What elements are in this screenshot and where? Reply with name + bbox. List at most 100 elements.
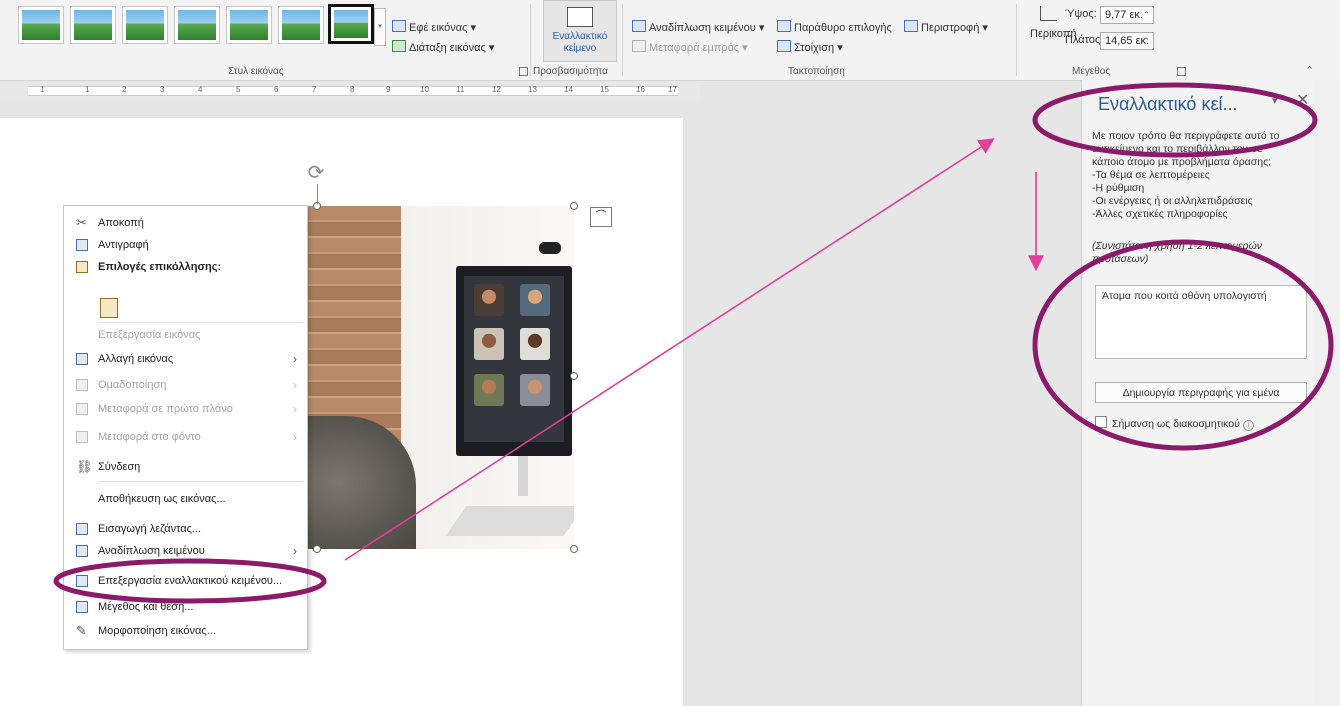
- context-menu: ✂ Αποκοπή Αντιγραφή Επιλογές επικόλλησης:…: [63, 205, 308, 650]
- rotate-handle-icon[interactable]: ⟳: [305, 162, 327, 184]
- ruler-tick: 13: [528, 85, 537, 94]
- menu-item-change-picture[interactable]: Αλλαγή εικόνας ›: [64, 348, 307, 370]
- menu-item-paste-options: Επιλογές επικόλλησης:: [64, 256, 307, 278]
- pane-description-7: -Άλλες σχετικές πληροφορίες: [1092, 208, 1228, 220]
- menu-item-edit-picture[interactable]: Επεξεργασία εικόνας: [64, 324, 307, 346]
- bring-forward-icon: [632, 40, 646, 52]
- chevron-right-icon: ›: [293, 402, 297, 416]
- copy-icon: [76, 239, 88, 251]
- size-launcher-icon[interactable]: [1177, 67, 1186, 76]
- bring-forward-button[interactable]: Μεταφορά εμπρός ▾: [632, 40, 748, 54]
- info-icon[interactable]: i: [1242, 420, 1254, 431]
- picture-style-thumb-3[interactable]: [122, 6, 168, 44]
- gallery-scroll[interactable]: ▾: [374, 8, 386, 46]
- alt-text-button-line2: κείμενο: [563, 43, 597, 54]
- paste-icon: [76, 261, 88, 273]
- computer-monitor: [456, 266, 572, 456]
- wrap-text-icon: [76, 545, 88, 557]
- width-label: Πλάτος:: [1065, 34, 1104, 46]
- picture-styles-group-label: Στυλ εικόνας: [228, 66, 284, 77]
- menu-separator: [98, 322, 303, 323]
- decorative-checkbox-row[interactable]: Σήμανση ως διακοσμητικού i: [1095, 416, 1254, 431]
- ruler-tick: 9: [386, 85, 391, 94]
- arrange-group-label: Τακτοποίηση: [788, 66, 845, 77]
- close-icon[interactable]: ✕: [1296, 90, 1309, 110]
- link-icon: ⛓: [76, 459, 93, 474]
- decorative-checkbox[interactable]: [1095, 416, 1107, 428]
- participant-tile: [474, 374, 504, 406]
- group-separator: [530, 4, 531, 76]
- picture-effects-icon: [392, 20, 406, 32]
- layout-options-icon[interactable]: ⌒: [590, 207, 612, 227]
- change-picture-icon: [76, 353, 88, 365]
- pane-hint-1: (Συνιστάται η χρήση 1-2 λεπτομερών: [1092, 240, 1262, 252]
- wrap-text-icon: [632, 20, 646, 32]
- pane-title: Εναλλακτικό κεί...: [1098, 94, 1238, 114]
- bring-front-icon: [76, 403, 88, 415]
- menu-item-format-picture[interactable]: ✎ Μορφοποίηση εικόνας...: [64, 620, 307, 642]
- resize-handle[interactable]: [570, 545, 578, 553]
- picture-layout-icon: [392, 40, 406, 52]
- menu-item-group[interactable]: Ομαδοποίηση ›: [64, 374, 307, 396]
- picture-style-thumb-6[interactable]: [278, 6, 324, 44]
- menu-item-bring-to-front[interactable]: Μεταφορά σε πρώτο πλάνο ›: [64, 398, 307, 420]
- ruler-tick: 12: [492, 85, 501, 94]
- rotate-stem: [317, 184, 318, 204]
- resize-handle[interactable]: [570, 202, 578, 210]
- ruler-tick: 15: [600, 85, 609, 94]
- ruler-tick: 5: [236, 85, 241, 94]
- ruler-tick: 1: [85, 85, 90, 94]
- paste-picture-icon[interactable]: [100, 298, 118, 318]
- resize-handle[interactable]: [313, 545, 321, 553]
- width-input[interactable]: 14,65 εκ.: [1100, 32, 1154, 50]
- height-input[interactable]: 9,77 εκ.: [1100, 6, 1154, 24]
- picture-style-thumb-4[interactable]: [174, 6, 220, 44]
- alt-text-input[interactable]: Άτομα που κοιτά οθόνη υπολογιστή: [1095, 285, 1307, 359]
- picture-style-thumb-2[interactable]: [70, 6, 116, 44]
- picture-style-thumb-7[interactable]: [328, 4, 374, 44]
- menu-item-insert-caption[interactable]: Εισαγωγή λεζάντας...: [64, 518, 307, 540]
- chevron-right-icon: ›: [293, 378, 297, 392]
- ruler-tick: 10: [420, 85, 429, 94]
- collapse-ribbon-icon[interactable]: ⌃: [1305, 64, 1314, 77]
- rotate-button[interactable]: Περιστροφή ▾: [904, 20, 988, 34]
- chevron-right-icon: ›: [293, 544, 297, 558]
- ribbon: ▾ Εφέ εικόνας ▾ Διάταξη εικόνας ▾ Στυλ ε…: [0, 0, 1340, 81]
- pane-options-chevron-icon[interactable]: ▾: [1272, 94, 1278, 107]
- chevron-right-icon: ›: [293, 430, 297, 444]
- pane-description-6: -Οι ενέργειες ή οι αλληλεπιδράσεις: [1092, 195, 1253, 207]
- menu-item-cut[interactable]: ✂ Αποκοπή: [64, 212, 307, 234]
- menu-item-copy[interactable]: Αντιγραφή: [64, 234, 307, 256]
- picture-effects-button[interactable]: Εφέ εικόνας ▾: [392, 20, 476, 34]
- align-button[interactable]: Στοίχιση ▾: [777, 40, 843, 54]
- scissors-icon: ✂: [76, 215, 87, 230]
- menu-item-size-position[interactable]: Μέγεθος και θέση...: [64, 596, 307, 618]
- horizontal-ruler[interactable]: 1 1 2 3 4 5 6 7 8 9 10 11 12 13 14 15 16…: [0, 82, 700, 98]
- picture-layout-button[interactable]: Διάταξη εικόνας ▾: [392, 40, 494, 54]
- vertical-scrollbar[interactable]: [1313, 80, 1340, 706]
- size-position-icon: [76, 601, 88, 613]
- chevron-right-icon: ›: [293, 352, 297, 366]
- menu-item-link[interactable]: ⛓ Σύνδεση: [64, 456, 307, 478]
- accessibility-group-label: Προσβασιμότητα: [533, 66, 608, 77]
- menu-item-edit-alt-text[interactable]: Επεξεργασία εναλλακτικού κειμένου...: [64, 570, 307, 592]
- menu-item-save-as-picture[interactable]: Αποθήκευση ως εικόνας...: [64, 488, 307, 510]
- picture-style-thumb-1[interactable]: [18, 6, 64, 44]
- picture-style-thumb-5[interactable]: [226, 6, 272, 44]
- ruler-tick: 4: [198, 85, 203, 94]
- menu-item-send-to-back[interactable]: Μεταφορά στο φόντο ›: [64, 426, 307, 448]
- pane-description-3: κάποιο άτομο με προβλήματα όρασης;: [1092, 156, 1272, 168]
- picture-styles-launcher-icon[interactable]: [519, 67, 528, 76]
- resize-handle[interactable]: [570, 372, 578, 380]
- height-label: Ύψος:: [1065, 8, 1097, 20]
- ruler-tick: 3: [160, 85, 165, 94]
- menu-item-wrap-text[interactable]: Αναδίπλωση κειμένου ›: [64, 540, 307, 562]
- participant-tile: [520, 328, 550, 360]
- selected-picture[interactable]: [306, 206, 574, 549]
- decorative-label: Σήμανση ως διακοσμητικού: [1112, 418, 1240, 430]
- generate-description-button[interactable]: Δημιουργία περιγραφής για εμένα: [1095, 382, 1307, 403]
- selection-pane-button[interactable]: Παράθυρο επιλογής: [777, 20, 892, 34]
- alt-text-ribbon-button[interactable]: Εναλλακτικό κείμενο: [543, 0, 617, 62]
- pane-description-1: Με ποιον τρόπο θα περιγράφετε αυτό το: [1092, 130, 1280, 142]
- wrap-text-button[interactable]: Αναδίπλωση κειμένου ▾: [632, 20, 764, 34]
